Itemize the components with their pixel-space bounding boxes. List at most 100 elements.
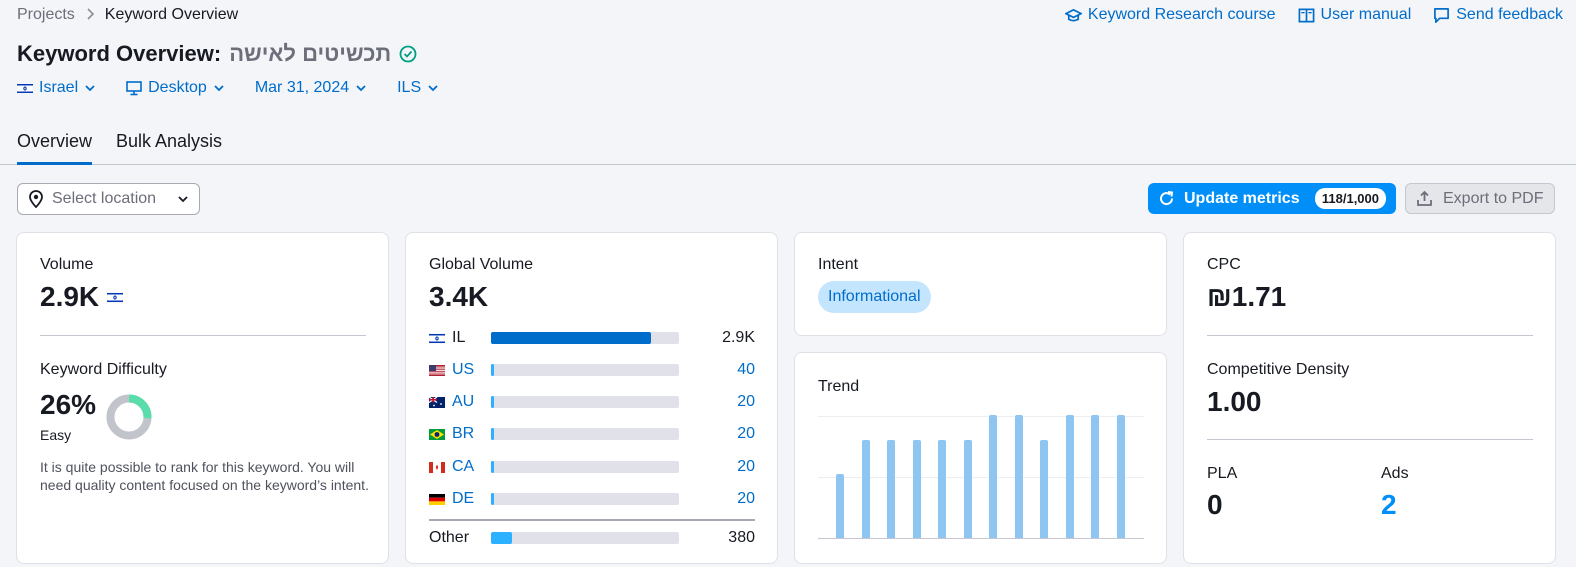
country-volume[interactable]: 20 (737, 490, 755, 508)
israel-flag-icon (107, 291, 124, 303)
trend-bar (1040, 440, 1048, 538)
country-volume[interactable]: 20 (737, 393, 755, 411)
volume-bar-fill (491, 532, 512, 544)
israel-flag-icon (17, 82, 33, 94)
graduation-cap-icon (1064, 8, 1082, 22)
chevron-down-icon (356, 85, 366, 92)
export-pdf-label: Export to PDF (1443, 189, 1544, 207)
country-row-other: Other 380 (429, 528, 755, 548)
user-manual-link[interactable]: User manual (1298, 6, 1411, 24)
country-code[interactable]: BR (452, 425, 492, 443)
country-row-au[interactable]: AU 20 (429, 392, 755, 412)
export-pdf-button[interactable]: Export to PDF (1405, 183, 1555, 214)
top-links: Keyword Research course User manual Send… (1064, 6, 1563, 24)
keyword-research-course-label: Keyword Research course (1087, 6, 1276, 23)
book-icon (1298, 8, 1314, 22)
volume-bar-track (491, 493, 679, 505)
country-row-ca[interactable]: CA 20 (429, 457, 755, 477)
volume-value: 2.9K (40, 281, 100, 312)
page-title: Keyword Overview: תכשיטים לאישה (17, 41, 417, 67)
divider (1207, 439, 1533, 440)
desktop-icon (126, 80, 142, 95)
ads-label: Ads (1381, 465, 1409, 482)
device-label: Desktop (148, 79, 207, 96)
location-select[interactable]: Select location (17, 183, 200, 215)
trend-card: Trend (794, 352, 1167, 564)
global-volume-card: Global Volume 3.4K IL 2.9K US 40 AU 20 B… (405, 232, 778, 564)
australia-flag-icon (429, 396, 445, 408)
trend-bar (1014, 415, 1023, 538)
volume-bar-fill (491, 396, 494, 408)
kd-label: Keyword Difficulty (40, 361, 167, 378)
trend-bar (1065, 415, 1074, 538)
volume-bar-track (491, 396, 679, 408)
tab-overview[interactable]: Overview (17, 131, 93, 165)
chevron-down-icon (428, 85, 438, 92)
cpc-card: CPC ₪1.71 Competitive Density 1.00 PLA 0… (1183, 232, 1556, 564)
update-metrics-label: Update metrics (1184, 189, 1300, 207)
divider (1207, 335, 1533, 336)
send-feedback-link[interactable]: Send feedback (1433, 6, 1563, 24)
volume-bar-fill (491, 461, 494, 473)
pla-label: PLA (1207, 465, 1238, 482)
check-circle-icon (399, 45, 417, 63)
currency-label: ILS (397, 79, 422, 96)
country-volume[interactable]: 20 (737, 458, 755, 476)
trend-bar (1116, 415, 1125, 538)
trend-bar (861, 440, 870, 538)
country-label: Israel (39, 79, 79, 96)
country-code[interactable]: DE (452, 490, 492, 508)
country-volume[interactable]: 20 (737, 425, 755, 443)
breadcrumb-projects-link[interactable]: Projects (17, 6, 75, 24)
country-code[interactable]: US (452, 361, 492, 379)
breadcrumb: Projects Keyword Overview (17, 6, 238, 24)
country-row-us[interactable]: US 40 (429, 360, 755, 380)
ads-value[interactable]: 2 (1381, 489, 1397, 521)
country-code[interactable]: CA (452, 458, 492, 476)
cpc-value: ₪1.71 (1207, 281, 1287, 312)
country-volume[interactable]: 40 (737, 361, 755, 379)
competitive-density-value: 1.00 (1207, 386, 1262, 417)
trend-bar (912, 440, 921, 538)
volume-bar-fill (491, 364, 494, 376)
other-label: Other (429, 529, 470, 546)
global-volume-value: 3.4K (429, 281, 489, 312)
country-dropdown[interactable]: Israel (17, 79, 96, 97)
pla-value: 0 (1207, 489, 1223, 520)
tab-bulk-analysis[interactable]: Bulk Analysis (116, 131, 222, 162)
device-dropdown[interactable]: Desktop (126, 79, 225, 97)
volume-bar-track (491, 332, 679, 344)
country-row-de[interactable]: DE 20 (429, 489, 755, 509)
trend-chart (818, 415, 1144, 539)
intent-label: Intent (818, 256, 859, 273)
update-metrics-button[interactable]: Update metrics 118/1,000 (1148, 183, 1396, 214)
intent-badge: Informational (818, 281, 931, 313)
volume-bar-track (491, 461, 679, 473)
germany-flag-icon (429, 493, 445, 505)
trend-label: Trend (818, 378, 860, 395)
send-feedback-label: Send feedback (1456, 6, 1563, 23)
volume-bar-fill (491, 428, 494, 440)
filters-bar: Israel Desktop Mar 31, 2024 ILS (17, 79, 439, 97)
trend-bar (887, 440, 895, 538)
trend-bar (938, 440, 946, 538)
date-label: Mar 31, 2024 (254, 79, 350, 96)
country-code[interactable]: AU (452, 393, 492, 411)
page-title-keyword: תכשיטים לאישה (229, 41, 392, 66)
location-pin-icon (29, 190, 43, 208)
trend-bar (989, 415, 997, 538)
israel-flag-icon (429, 332, 445, 344)
currency-dropdown[interactable]: ILS (397, 79, 439, 97)
volume-bar-track (491, 532, 679, 544)
chevron-right-icon (85, 7, 95, 24)
location-placeholder: Select location (52, 190, 157, 207)
date-dropdown[interactable]: Mar 31, 2024 (255, 79, 367, 97)
country-row-br[interactable]: BR 20 (429, 424, 755, 444)
keyword-research-course-link[interactable]: Keyword Research course (1064, 6, 1276, 24)
volume-bar-track (491, 364, 679, 376)
kd-value: 26% (40, 389, 97, 420)
chevron-down-icon (178, 196, 188, 203)
volume-label: Volume (40, 256, 94, 273)
volume-card: Volume 2.9K Keyword Difficulty 26% Easy … (16, 232, 389, 564)
chat-icon (1434, 7, 1450, 23)
